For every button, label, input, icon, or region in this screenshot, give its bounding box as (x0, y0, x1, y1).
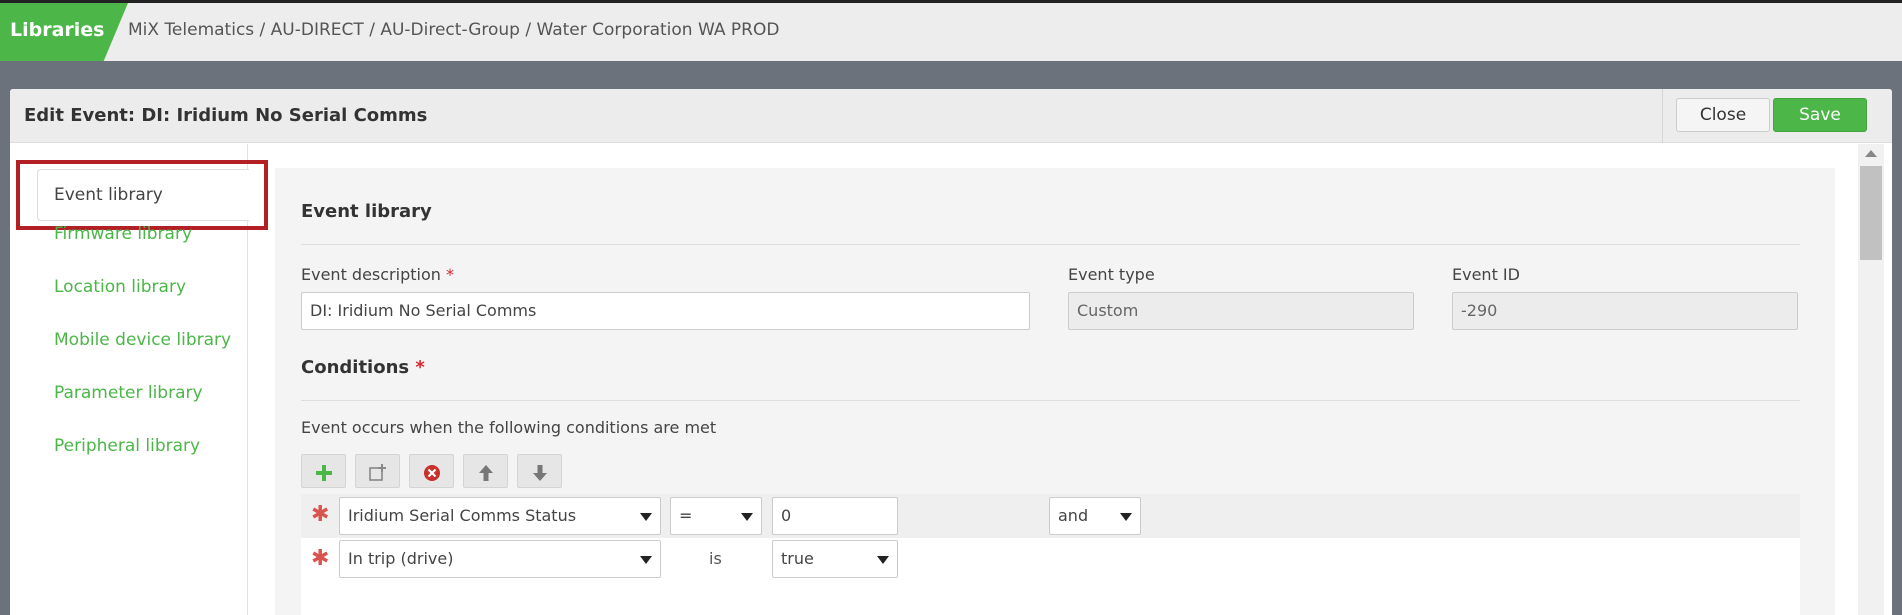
condition-row: ✱ Iridium Serial Comms Status = 0 and (301, 494, 1800, 538)
chevron-down-icon (877, 556, 889, 564)
chevron-down-icon (741, 513, 753, 521)
scrollbar-thumb[interactable] (1860, 166, 1882, 260)
required-marker: * (415, 357, 425, 378)
event-form-panel: Event library Event description * DI: Ir… (275, 168, 1835, 615)
condition-field-select[interactable]: Iridium Serial Comms Status (339, 497, 661, 535)
dialog-title: Edit Event: DI: Iridium No Serial Comms (24, 105, 428, 126)
event-description-label: Event description * (301, 265, 454, 284)
condition-row: ✱ In trip (drive) is true (301, 538, 1800, 582)
condition-join-value: and (1058, 506, 1089, 525)
move-down-icon (532, 464, 547, 481)
conditions-divider (301, 400, 1800, 401)
delete-condition-button[interactable] (409, 454, 454, 488)
condition-operator-value: = (679, 506, 693, 525)
conditions-title: Conditions * (301, 357, 425, 378)
sidebar-item-parameter-library[interactable]: Parameter library (54, 383, 203, 403)
sidebar-item-mobile-device-library[interactable]: Mobile device library (54, 330, 231, 350)
condition-join-select[interactable]: and (1049, 497, 1141, 535)
delete-icon (423, 464, 440, 481)
condition-field-select[interactable]: In trip (drive) (339, 540, 661, 578)
event-type-label: Event type (1068, 265, 1155, 284)
condition-operator-select[interactable]: = (670, 497, 762, 535)
condition-field-value: In trip (drive) (348, 549, 454, 568)
section-title: Event library (301, 201, 432, 222)
move-up-button[interactable] (463, 454, 508, 488)
conditions-intro: Event occurs when the following conditio… (301, 418, 717, 437)
move-up-icon (478, 464, 493, 481)
sidebar-item-location-library[interactable]: Location library (54, 277, 186, 297)
chevron-down-icon (1120, 513, 1132, 521)
sidebar-item-peripheral-library[interactable]: Peripheral library (54, 436, 200, 456)
breadcrumb: MiX Telematics / AU-DIRECT / AU-Direct-G… (128, 20, 780, 40)
event-id-label: Event ID (1452, 265, 1520, 284)
libraries-tab[interactable]: Libraries (0, 3, 128, 61)
highlight-annotation (16, 160, 268, 230)
chevron-down-icon (640, 556, 652, 564)
scrollbar[interactable] (1858, 144, 1884, 615)
sidebar-item-firmware-library[interactable]: Firmware library (54, 224, 192, 244)
event-description-label-text: Event description (301, 265, 441, 284)
move-down-button[interactable] (517, 454, 562, 488)
required-asterisk-icon: ✱ (311, 546, 330, 571)
condition-operator-text: is (709, 549, 722, 568)
add-condition-button[interactable] (301, 454, 346, 488)
section-divider (301, 244, 1800, 245)
condition-value-select[interactable]: true (772, 540, 898, 578)
library-sidebar: Event library Firmware library Location … (10, 144, 268, 615)
close-button[interactable]: Close (1676, 98, 1770, 132)
condition-value-text: true (781, 549, 814, 568)
scroll-up-icon[interactable] (1865, 150, 1877, 157)
condition-value-input[interactable]: 0 (772, 497, 898, 535)
conditions-toolbar (301, 454, 581, 490)
dialog-header: Edit Event: DI: Iridium No Serial Comms … (10, 89, 1892, 143)
conditions-list: ✱ Iridium Serial Comms Status = 0 and ✱ (301, 494, 1800, 615)
add-group-button[interactable] (355, 454, 400, 488)
chevron-down-icon (640, 513, 652, 521)
save-button[interactable]: Save (1773, 98, 1867, 132)
event-type-field: Custom (1068, 292, 1414, 330)
header-divider (1662, 89, 1663, 143)
top-bar: Libraries MiX Telematics / AU-DIRECT / A… (0, 0, 1902, 61)
required-asterisk-icon: ✱ (311, 502, 330, 527)
add-icon (315, 464, 332, 481)
add-group-icon (368, 463, 386, 481)
edit-event-dialog: Edit Event: DI: Iridium No Serial Comms … (10, 89, 1892, 615)
event-description-field[interactable]: DI: Iridium No Serial Comms (301, 292, 1030, 330)
required-marker: * (445, 265, 454, 284)
event-id-field: -290 (1452, 292, 1798, 330)
condition-field-value: Iridium Serial Comms Status (348, 506, 577, 525)
conditions-title-text: Conditions (301, 357, 410, 378)
